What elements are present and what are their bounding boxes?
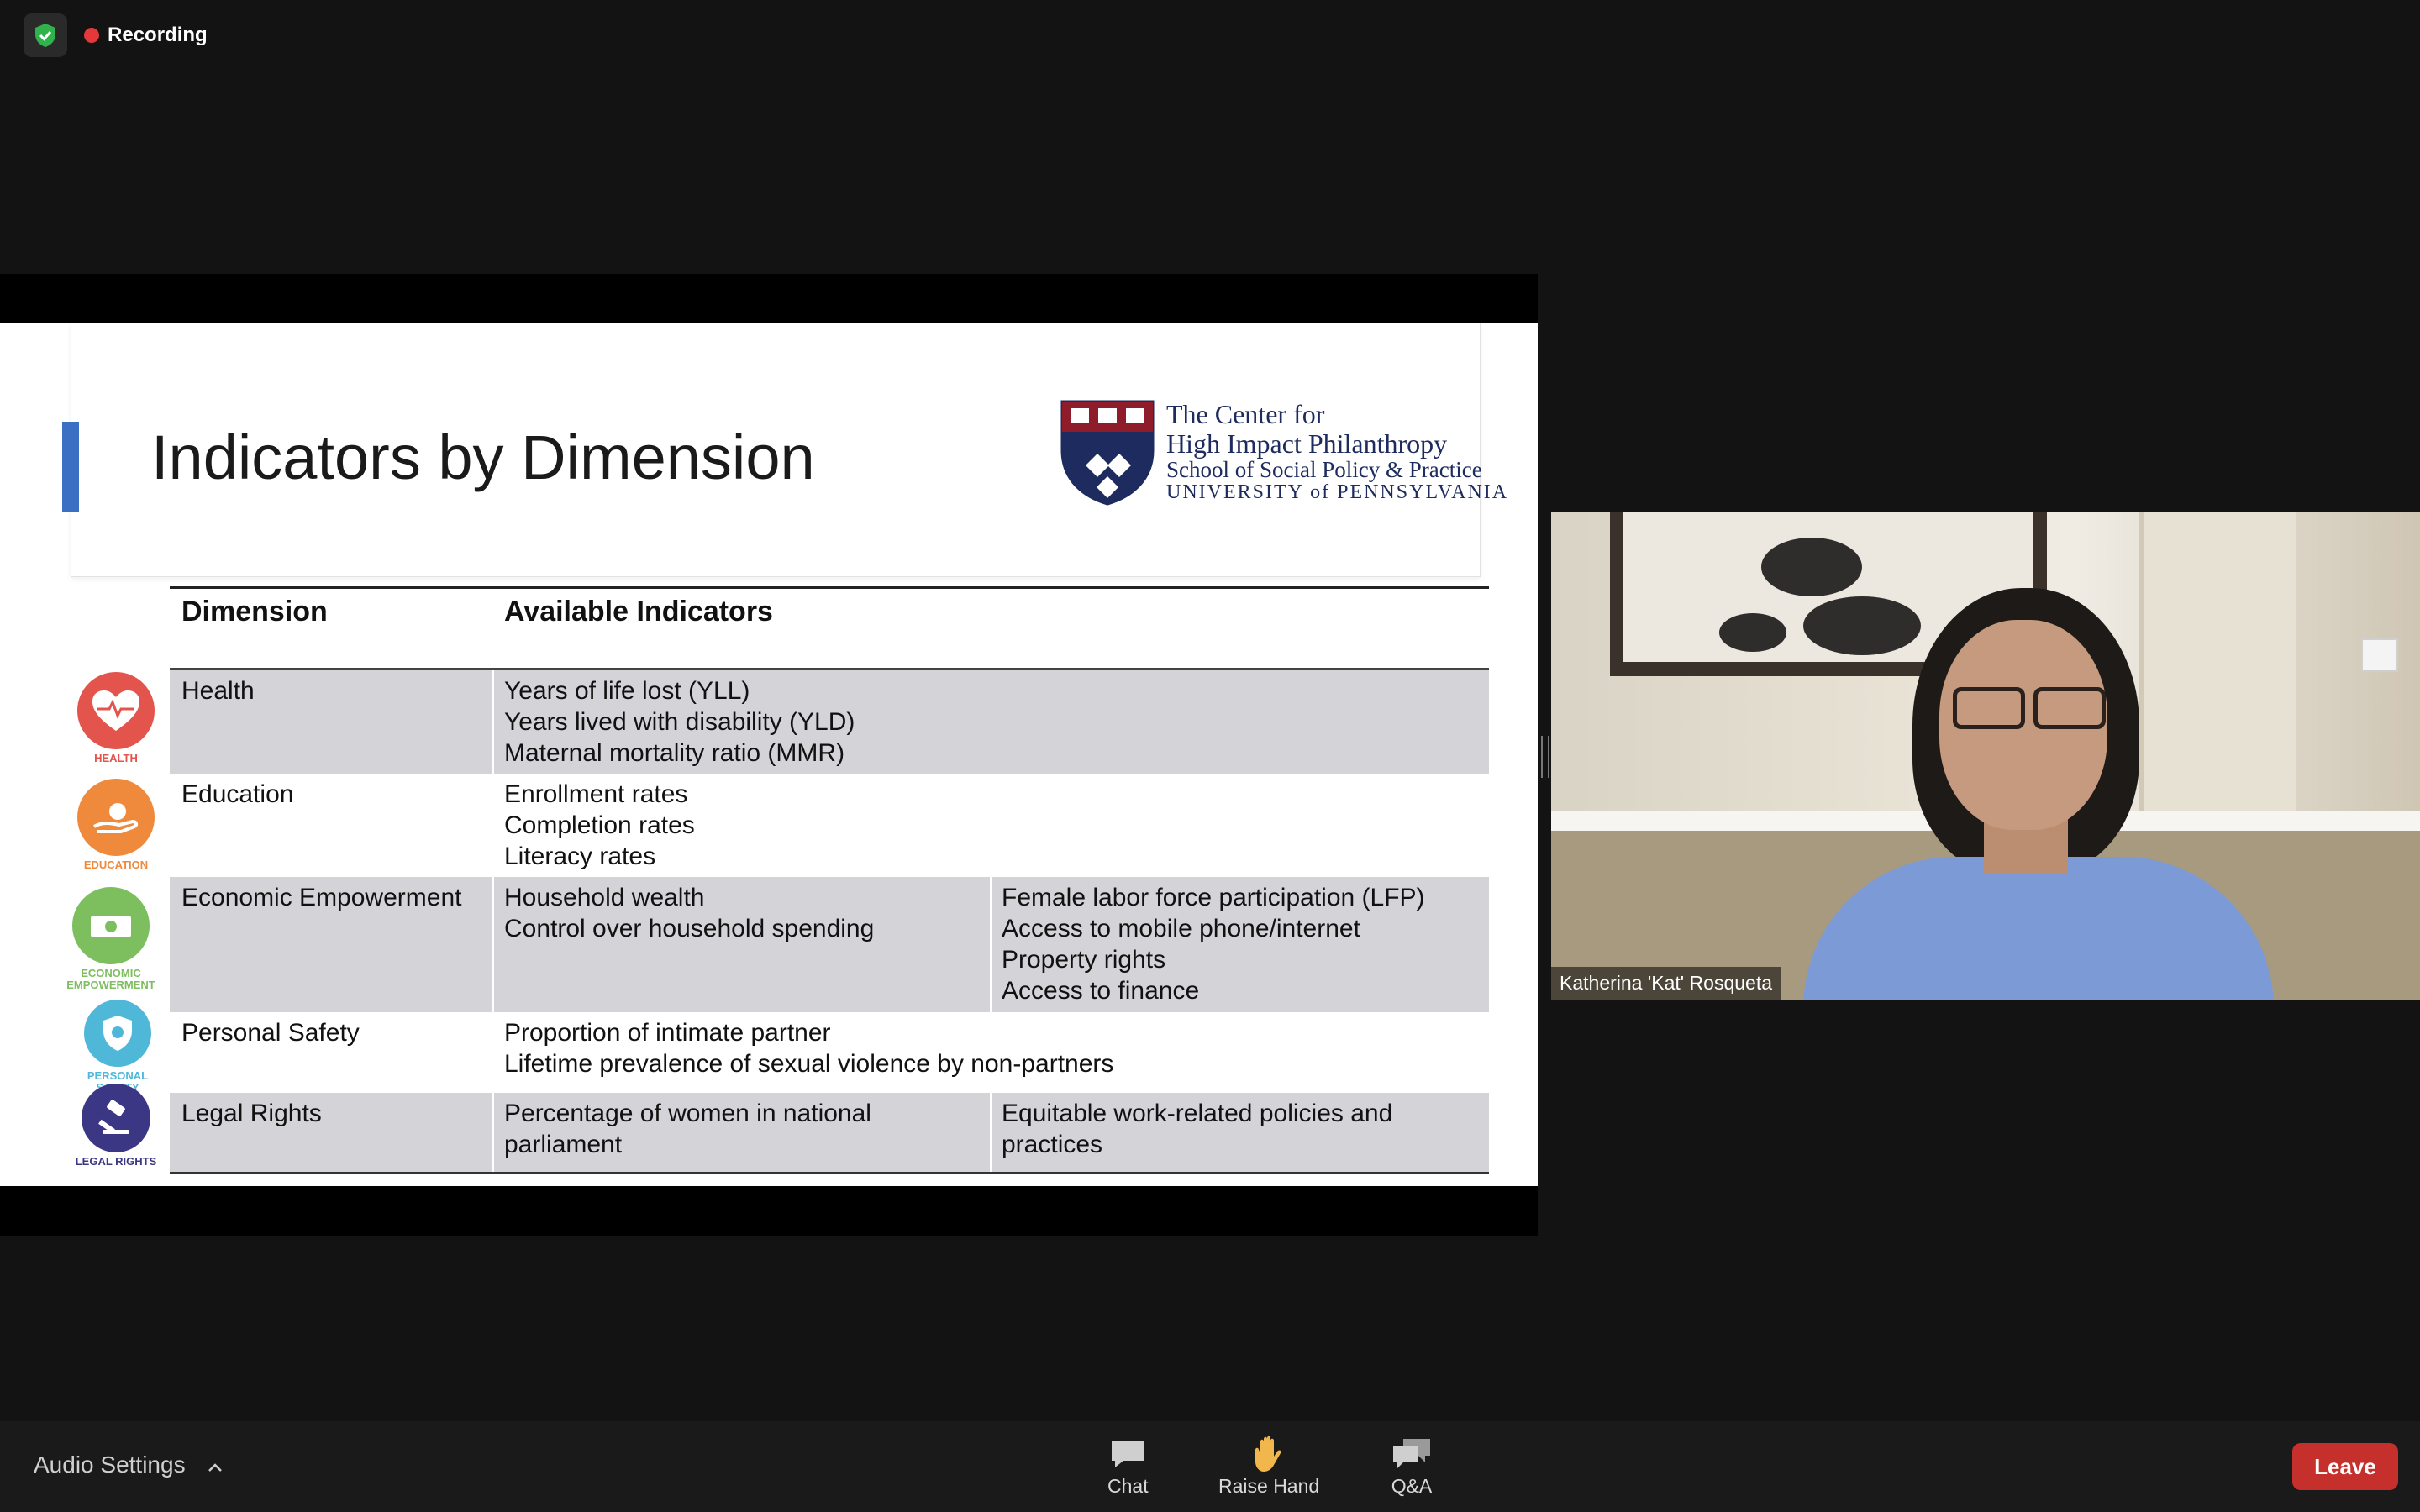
indicator-item: Female labor force participation (LFP) [1002,884,1425,911]
qa-button[interactable]: Q&A [1390,1433,1434,1498]
indicator-item: Access to mobile phone/internet [1002,915,1360,942]
table-row-legal-rights: Legal Rights Percentage of women in nati… [170,1093,1489,1172]
column-header-dimension: Dimension [182,596,328,627]
indicators-cell-secondary: Female labor force participation (LFP) A… [1002,882,1425,1006]
indicators-cell: Household wealth Control over household … [504,882,874,944]
raised-hand-icon [1250,1433,1287,1475]
indicator-item: Years of life lost (YLL) [504,677,750,705]
audio-settings-label: Audio Settings [34,1452,186,1478]
dimension-cell: Economic Empowerment [182,884,462,911]
indicators-cell: Percentage of women in national parliame… [504,1098,871,1160]
meeting-toolbar: Audio Settings Chat Raise Hand Q&A Leave [0,1421,2420,1512]
economic-dimension-icon: ECONOMIC EMPOWERMENT [60,887,161,991]
thermostat [2361,638,2398,672]
top-status-bar: Recording [24,13,208,57]
dimension-cell: Education [182,780,294,808]
panel-resize-handle[interactable] [1541,736,1549,778]
logo-line-4: UNIVERSITY of PENNSYLVANIA [1166,481,1509,504]
icon-caption: LEGAL RIGHTS [75,1155,157,1168]
indicators-cell: Proportion of intimate partner Lifetime … [504,1017,1113,1079]
participant-name-label: Katherina 'Kat' Rosqueta [1551,967,1781,1000]
slide-title: Indicators by Dimension [151,423,815,492]
penn-shield-icon [1060,400,1155,506]
indicator-item: Lifetime prevalence of sexual violence b… [504,1050,1114,1078]
icon-caption: ECONOMIC EMPOWERMENT [66,967,155,991]
chat-label: Chat [1107,1475,1149,1497]
security-shield-icon[interactable] [24,13,67,57]
icon-caption: HEALTH [94,752,138,764]
indicator-item: Years lived with disability (YLD) [504,708,855,736]
table-header-row: Dimension Available Indicators [170,586,1489,670]
logo-line-3: School of Social Policy & Practice [1166,457,1482,483]
dimension-cell: Health [182,677,255,705]
indicator-item: Household wealth [504,884,705,911]
indicators-cell-secondary: Equitable work-related policies and prac… [1002,1098,1392,1160]
title-accent-bar [62,422,79,512]
table-bottom-rule [170,1172,1489,1174]
leave-button[interactable]: Leave [2292,1443,2398,1490]
indicator-item: Completion rates [504,811,695,839]
glasses [1946,687,2106,729]
table-row-economic-empowerment: Economic Empowerment Household wealth Co… [170,877,1489,1012]
indicator-item: Proportion of intimate partner [504,1019,831,1047]
apple-hand-icon [77,779,155,856]
indicator-item: parliament [504,1131,623,1158]
safety-dimension-icon: PERSONAL SAFETY [67,1000,168,1094]
column-header-indicators: Available Indicators [504,596,773,627]
chevron-up-icon[interactable] [208,1452,223,1478]
table-row-health: Health Years of life lost (YLL) Years li… [170,670,1489,774]
table-row-education: Education Enrollment rates Completion ra… [170,774,1489,877]
indicator-item: Access to finance [1002,977,1200,1005]
recording-indicator[interactable]: Recording [84,24,208,47]
recording-dot-icon [84,28,99,43]
dimension-cell: Legal Rights [182,1100,322,1127]
indicator-item: Property rights [1002,946,1166,974]
recording-label: Recording [108,24,208,46]
shield-icon [84,1000,151,1067]
qa-label: Q&A [1391,1475,1433,1497]
shared-screen: Indicators by Dimension The Center for H… [0,274,1538,1236]
indicators-cell: Years of life lost (YLL) Years lived wit… [504,675,855,769]
logo-line-1: The Center for [1166,399,1325,429]
penn-logo: The Center for High Impact Philanthropy … [1060,400,1508,506]
education-dimension-icon: EDUCATION [66,779,166,871]
heart-pulse-icon [77,672,155,749]
qa-bubbles-icon [1390,1433,1434,1475]
chat-button[interactable]: Chat [1107,1433,1149,1498]
table-row-personal-safety: Personal Safety Proportion of intimate p… [170,1012,1489,1093]
indicator-item: Enrollment rates [504,780,688,808]
money-icon [72,887,150,964]
participant-video-tile[interactable]: Katherina 'Kat' Rosqueta [1551,512,2420,1000]
indicators-table: Dimension Available Indicators Health Ye… [170,586,1489,1174]
legal-dimension-icon: LEGAL RIGHTS [66,1084,166,1168]
dimension-cell: Personal Safety [182,1019,360,1047]
indicator-item: Control over household spending [504,915,875,942]
audio-settings-button[interactable]: Audio Settings [34,1452,223,1478]
indicator-item: practices [1002,1131,1103,1158]
raise-hand-button[interactable]: Raise Hand [1218,1433,1319,1498]
presentation-slide: Indicators by Dimension The Center for H… [0,323,1538,1186]
indicator-item: Percentage of women in national [504,1100,871,1127]
icon-caption: EDUCATION [83,858,149,871]
chat-bubble-icon [1108,1433,1147,1475]
indicator-item: Maternal mortality ratio (MMR) [504,739,845,767]
health-dimension-icon: HEALTH [66,672,166,764]
indicator-item: Equitable work-related policies and [1002,1100,1393,1127]
indicator-item: Literacy rates [504,843,656,870]
logo-line-2: High Impact Philanthropy [1166,428,1448,459]
indicators-cell: Enrollment rates Completion rates Litera… [504,779,695,872]
raise-hand-label: Raise Hand [1218,1475,1320,1497]
gavel-icon [82,1084,150,1152]
